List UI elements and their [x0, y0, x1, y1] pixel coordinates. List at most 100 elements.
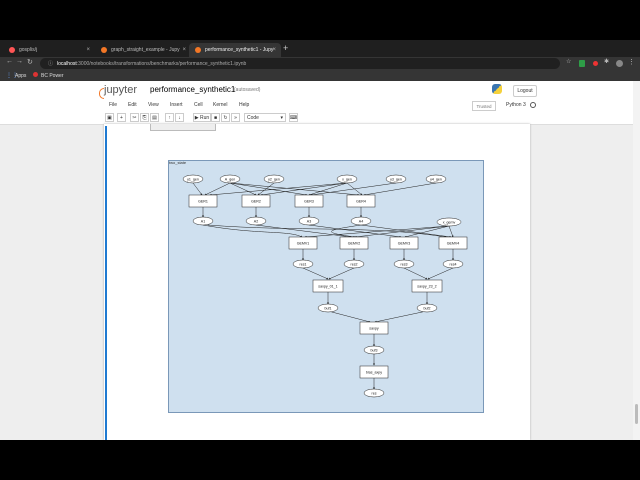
graph-node-gemv4: GEMV4 — [438, 236, 468, 250]
graph-node-label: buf1 — [325, 307, 332, 311]
graph-node-label: saxpy_01_1 — [318, 285, 337, 289]
graph-node-res3: res3 — [393, 259, 415, 269]
python-logo-icon — [492, 84, 502, 94]
address-bar[interactable]: ⓘ localhost :3000/notebooks/transformati… — [40, 58, 560, 69]
graph-node-saxpy: saxpy — [359, 321, 389, 335]
interrupt-icon[interactable]: ■ — [211, 113, 220, 122]
graph-node-label: blas_axpy — [366, 371, 382, 375]
page-scrollbar[interactable] — [633, 81, 640, 440]
graph-node-label: y1_gen — [187, 178, 199, 182]
kernel-status-icon — [530, 102, 536, 108]
move-up-icon[interactable]: ↑ — [165, 113, 174, 122]
bookmark-star-icon[interactable]: ☆ — [566, 58, 571, 65]
graph-node-gemv3: GEMV3 — [389, 236, 419, 250]
browser-tab-1[interactable]: gosplis/j × — [3, 43, 95, 57]
restart-icon[interactable]: ↻ — [221, 113, 230, 122]
menu-kebab-icon[interactable]: ⋮ — [628, 58, 635, 66]
logout-button[interactable]: Logout — [513, 85, 537, 97]
graph-node-label: res4 — [450, 263, 457, 267]
graph-node-label: buf2 — [424, 307, 431, 311]
lock-icon: ⓘ — [48, 61, 54, 67]
fast-forward-icon[interactable]: » — [231, 113, 240, 122]
tab-favicon-icon — [195, 47, 201, 53]
copy-icon[interactable]: ⎘ — [140, 113, 149, 122]
graph-node-label: buf3 — [371, 349, 378, 353]
menu-file[interactable]: File — [109, 102, 117, 108]
profile-avatar[interactable] — [616, 60, 623, 67]
cell-type-select[interactable]: Code ▾ — [244, 113, 286, 122]
browser-tab-2[interactable]: graph_straight_example - Jupy × — [95, 43, 191, 57]
save-icon[interactable]: ▣ — [105, 113, 114, 122]
cut-icon[interactable]: ✂ — [130, 113, 139, 122]
move-down-icon[interactable]: ↓ — [175, 113, 184, 122]
paste-icon[interactable]: ▤ — [150, 113, 159, 122]
graph-node-y1-gen: y1_gen — [182, 174, 204, 184]
graph-node-a3: A3 — [298, 216, 320, 226]
bookmarks-bar: ⋮⋮ Apps BC Power — [0, 70, 640, 81]
graph-node-label: A_gen — [225, 178, 235, 182]
graph-node-label: GEMV4 — [447, 242, 460, 246]
menu-help[interactable]: Help — [239, 102, 249, 108]
extension-icon[interactable] — [593, 61, 598, 66]
graph-node-label: GER2 — [251, 200, 261, 204]
graph-node-label: A1 — [201, 220, 205, 224]
graph-node-a2: A2 — [245, 216, 267, 226]
url-path: :3000/notebooks/transformations/benchmar… — [76, 60, 247, 67]
close-icon[interactable]: × — [86, 47, 90, 53]
scrollbar-thumb[interactable] — [635, 404, 638, 424]
graph-node-label: GER4 — [356, 200, 366, 204]
extensions-puzzle-icon[interactable]: ✱ — [604, 58, 609, 65]
menu-cell[interactable]: Cell — [194, 102, 203, 108]
graph-node-label: A3 — [307, 220, 311, 224]
graph-node-a-gen: A_gen — [219, 174, 241, 184]
notebook-name[interactable]: performance_synthetic1 — [150, 85, 235, 94]
graph-node-a4: A4 — [350, 216, 372, 226]
graph-node-label: y3_gen — [390, 178, 402, 182]
graph-node-label: A2 — [254, 220, 258, 224]
graph-node-res4: res4 — [442, 259, 464, 269]
trusted-indicator[interactable]: Trusted — [472, 101, 496, 111]
jupyter-header — [0, 81, 633, 125]
chevron-down-icon: ▾ — [280, 114, 283, 121]
browser-tab-active[interactable]: performance_synthetic1 - Jupy × — [189, 43, 281, 57]
run-button[interactable]: ▶ Run — [193, 113, 211, 122]
close-icon[interactable]: × — [272, 47, 276, 53]
bookmark-apps[interactable]: Apps — [15, 73, 26, 79]
graph-node-buf2: buf2 — [416, 303, 438, 313]
menu-view[interactable]: View — [148, 102, 159, 108]
graph-node-label: res2 — [351, 263, 358, 267]
graph-node-label: res1 — [300, 263, 307, 267]
reload-icon[interactable]: ↻ — [27, 58, 33, 66]
autosave-status: (autosaved) — [234, 87, 261, 93]
graph-node-label: A4 — [359, 220, 363, 224]
dataflow-graph: y1_gen A_gen y2_gen x_gen y3_gen y4_gen GER1 GE… — [182, 174, 468, 398]
keyboard-icon[interactable]: ⌨ — [289, 113, 298, 122]
graph-node-gemv2: GEMV2 — [339, 236, 369, 250]
selected-cell-indicator — [105, 126, 107, 440]
tab-title: gosplis/j — [19, 47, 38, 53]
graph-node-a1: A1 — [192, 216, 214, 226]
bookmark-bc-power[interactable]: BC Power — [41, 73, 64, 79]
back-icon[interactable]: ← — [6, 58, 13, 65]
menu-edit[interactable]: Edit — [128, 102, 137, 108]
graph-node-saxpy23: saxpy_23_2 — [411, 279, 443, 293]
graph-node-label: res3 — [401, 263, 408, 267]
extension-icon[interactable] — [579, 60, 585, 67]
graph-node-label: saxpy_23_2 — [417, 285, 436, 289]
new-tab-button[interactable]: + — [283, 43, 288, 53]
graph-node-saxpy01: saxpy_01_1 — [312, 279, 344, 293]
tab-title: graph_straight_example - Jupy — [111, 47, 180, 53]
close-icon[interactable]: × — [182, 47, 186, 53]
graph-node-x-gen: x_gen — [336, 174, 358, 184]
graph-node-label: y4_gen — [430, 178, 442, 182]
graph-node-buf1: buf1 — [317, 303, 339, 313]
widget-toolbar-remnant[interactable] — [150, 124, 216, 131]
jupyter-logo-text[interactable]: jupyter — [104, 84, 137, 96]
forward-icon[interactable]: → — [16, 58, 23, 65]
graph-node-res1: res1 — [292, 259, 314, 269]
menu-kernel[interactable]: Kernel — [213, 102, 227, 108]
tab-title: performance_synthetic1 - Jupy — [205, 47, 274, 53]
menu-insert[interactable]: Insert — [170, 102, 183, 108]
add-cell-icon[interactable]: + — [117, 113, 126, 122]
graph-node-label: x_gen — [342, 178, 352, 182]
